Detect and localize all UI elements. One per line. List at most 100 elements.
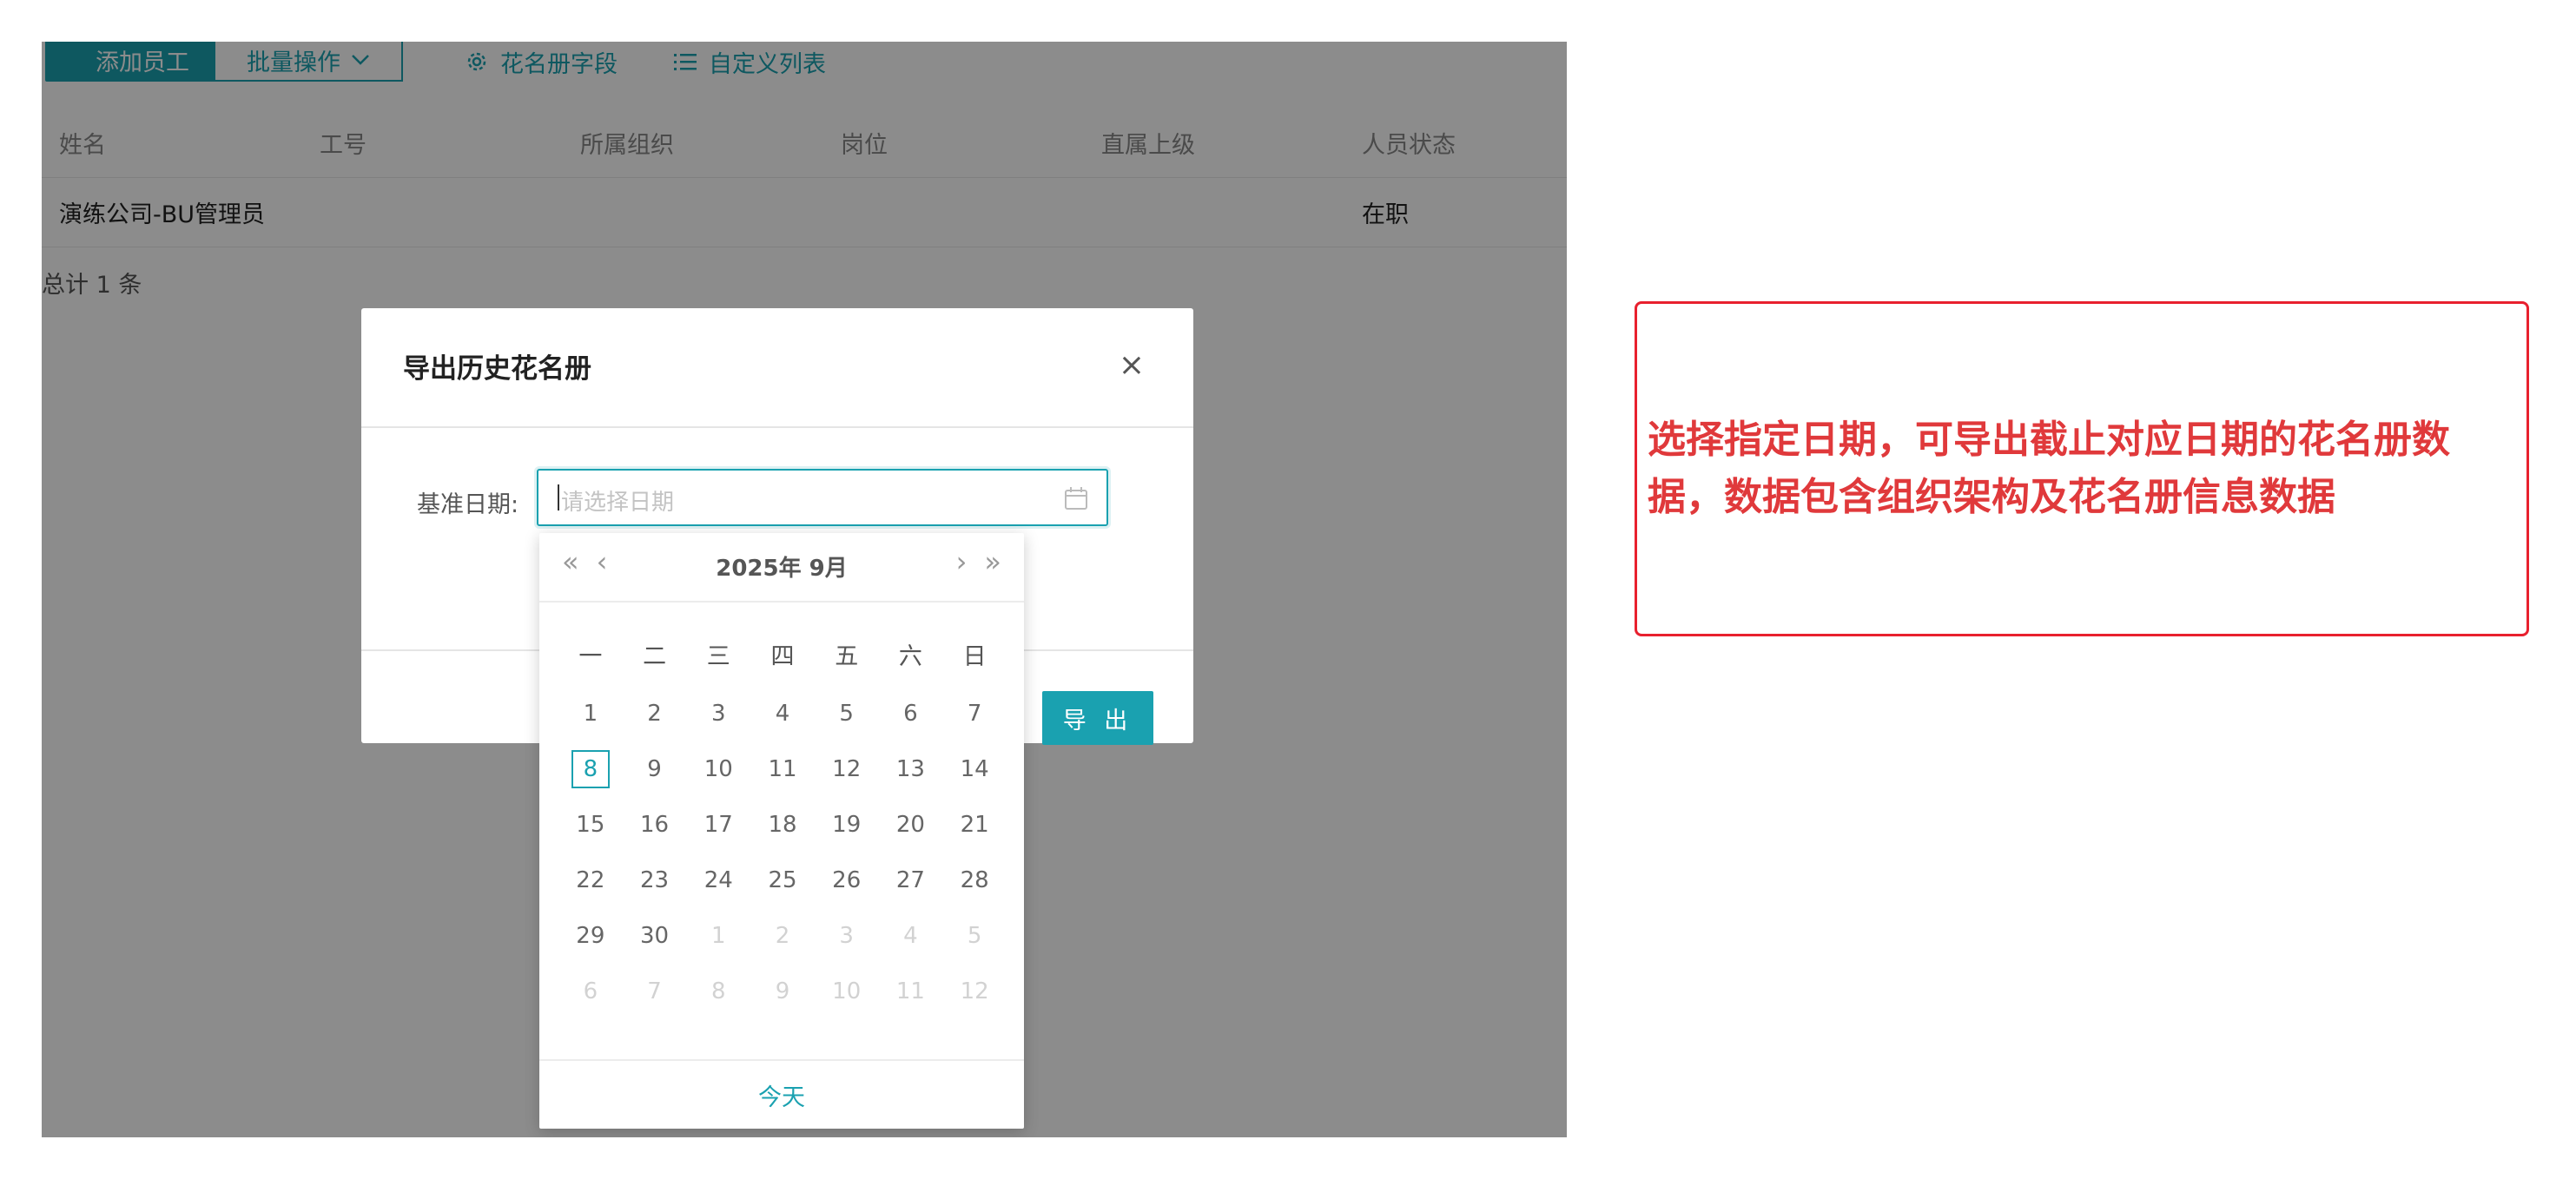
base-date-input[interactable]: 请选择日期 (537, 469, 1108, 526)
calendar-day-number: 5 (839, 701, 854, 727)
annotation-text: 选择指定日期，可导出截止对应日期的花名册数据，数据包含组织架构及花名册信息数据 (1648, 418, 2450, 519)
calendar-header: « ‹ 2025年 9月 › » (539, 533, 1024, 603)
calendar-day-number: 18 (768, 812, 797, 838)
calendar-day[interactable]: 7 (623, 964, 687, 1019)
calendar-day[interactable]: 12 (815, 741, 879, 797)
calendar-day-number: 13 (895, 756, 925, 782)
next-month-icon[interactable]: › (956, 545, 968, 578)
calendar-day[interactable]: 11 (750, 741, 815, 797)
text-caret (558, 484, 559, 510)
calendar-day-number: 12 (832, 756, 862, 782)
employee-roster-app: 添加员工 批量操作 花名册字段 自定义列表 姓名 工号 所属组织 岗位 直属上级 (42, 42, 1567, 1137)
calendar-day[interactable]: 26 (815, 853, 879, 908)
calendar-day-number: 4 (903, 923, 918, 949)
calendar-day-number: 27 (895, 867, 925, 893)
calendar-day[interactable]: 3 (815, 908, 879, 964)
calendar-day[interactable]: 23 (623, 853, 687, 908)
calendar-day-number: 11 (895, 978, 925, 1004)
calendar-day-number: 1 (711, 923, 726, 949)
calendar-day-number: 29 (576, 923, 605, 949)
calendar-day-number: 10 (832, 978, 862, 1004)
calendar-day-number: 20 (895, 812, 925, 838)
annotation-callout: 选择指定日期，可导出截止对应日期的花名册数据，数据包含组织架构及花名册信息数据 (1635, 301, 2529, 636)
calendar-day-number: 25 (768, 867, 797, 893)
calendar-day[interactable]: 5 (815, 686, 879, 741)
calendar-day[interactable]: 16 (623, 797, 687, 853)
calendar-day[interactable]: 1 (686, 908, 750, 964)
weekday: 四 (770, 643, 795, 670)
calendar-day[interactable]: 14 (942, 741, 1007, 797)
calendar-day-number: 4 (775, 701, 790, 727)
calendar-day-number: 2 (647, 701, 662, 727)
calendar-day-number: 22 (576, 867, 605, 893)
calendar-day[interactable]: 22 (558, 853, 623, 908)
calendar-day[interactable]: 24 (686, 853, 750, 908)
calendar-day-number: 26 (832, 867, 862, 893)
weekday: 三 (706, 643, 730, 670)
calendar-day-number: 7 (967, 701, 982, 727)
calendar-day[interactable]: 4 (879, 908, 943, 964)
calendar-day-number: 3 (711, 701, 726, 727)
calendar-day-number: 2 (775, 923, 790, 949)
calendar-day-number: 24 (703, 867, 733, 893)
calendar-day[interactable]: 10 (815, 964, 879, 1019)
calendar-day-number: 6 (903, 701, 918, 727)
calendar-day-number: 12 (960, 978, 989, 1004)
calendar-day[interactable]: 15 (558, 797, 623, 853)
calendar-day[interactable]: 21 (942, 797, 1007, 853)
calendar-icon[interactable] (1063, 485, 1089, 511)
next-year-icon[interactable]: » (984, 545, 1001, 578)
calendar-day[interactable]: 7 (942, 686, 1007, 741)
calendar-day[interactable]: 2 (750, 908, 815, 964)
calendar-day-number: 21 (960, 812, 989, 838)
close-icon[interactable]: × (1119, 350, 1145, 381)
calendar-day-number: 1 (583, 701, 598, 727)
calendar-day-number: 19 (832, 812, 862, 838)
calendar-day[interactable]: 25 (750, 853, 815, 908)
calendar-day[interactable]: 19 (815, 797, 879, 853)
calendar-day[interactable]: 29 (558, 908, 623, 964)
date-picker-popup: « ‹ 2025年 9月 › » 一 二 三 四 五 六 日 123456789… (539, 533, 1024, 1129)
day-grid: 1 2 3 4 5 6 7 8 9 10 11 12 13 14 15 16 17 18 19 20 21 22 23 24 2… (558, 686, 1007, 1019)
calendar-day[interactable]: 30 (623, 908, 687, 964)
calendar-day-number: 8 (711, 978, 726, 1004)
calendar-day[interactable]: 17 (686, 797, 750, 853)
weekday: 五 (835, 643, 859, 670)
modal-title: 导出历史花名册 (403, 353, 591, 385)
calendar-day[interactable]: 28 (942, 853, 1007, 908)
calendar-day[interactable]: 27 (879, 853, 943, 908)
calendar-day[interactable]: 18 (750, 797, 815, 853)
calendar-day-number: 11 (768, 756, 797, 782)
calendar-day-number: 7 (647, 978, 662, 1004)
export-button[interactable]: 导 出 (1042, 691, 1153, 745)
calendar-day[interactable]: 12 (942, 964, 1007, 1019)
calendar-footer: 今天 (539, 1059, 1024, 1129)
calendar-day[interactable]: 6 (879, 686, 943, 741)
calendar-day-number: 14 (960, 756, 989, 782)
calendar-day[interactable]: 6 (558, 964, 623, 1019)
modal-header: 导出历史花名册 × (361, 308, 1193, 428)
weekday: 一 (578, 643, 603, 670)
calendar-day[interactable]: 13 (879, 741, 943, 797)
date-placeholder: 请选择日期 (561, 490, 675, 516)
weekday-row: 一 二 三 四 五 六 日 (558, 637, 1007, 671)
calendar-day-number: 28 (960, 867, 989, 893)
calendar-day[interactable]: 9 (623, 741, 687, 797)
calendar-day[interactable]: 1 (558, 686, 623, 741)
calendar-day[interactable]: 20 (879, 797, 943, 853)
calendar-title[interactable]: 2025年 9月 (539, 550, 1024, 583)
calendar-day[interactable]: 8 (686, 964, 750, 1019)
calendar-day[interactable]: 2 (623, 686, 687, 741)
calendar-day-number: 5 (967, 923, 982, 949)
calendar-day[interactable]: 3 (686, 686, 750, 741)
calendar-day[interactable]: 4 (750, 686, 815, 741)
calendar-day-number: 16 (640, 812, 670, 838)
calendar-day-number: 10 (703, 756, 733, 782)
calendar-day[interactable]: 11 (879, 964, 943, 1019)
calendar-day[interactable]: 5 (942, 908, 1007, 964)
today-button[interactable]: 今天 (758, 1078, 805, 1112)
calendar-day-number: 9 (647, 756, 662, 782)
calendar-day[interactable]: 9 (750, 964, 815, 1019)
calendar-day[interactable]: 10 (686, 741, 750, 797)
calendar-day[interactable]: 8 (558, 741, 623, 797)
